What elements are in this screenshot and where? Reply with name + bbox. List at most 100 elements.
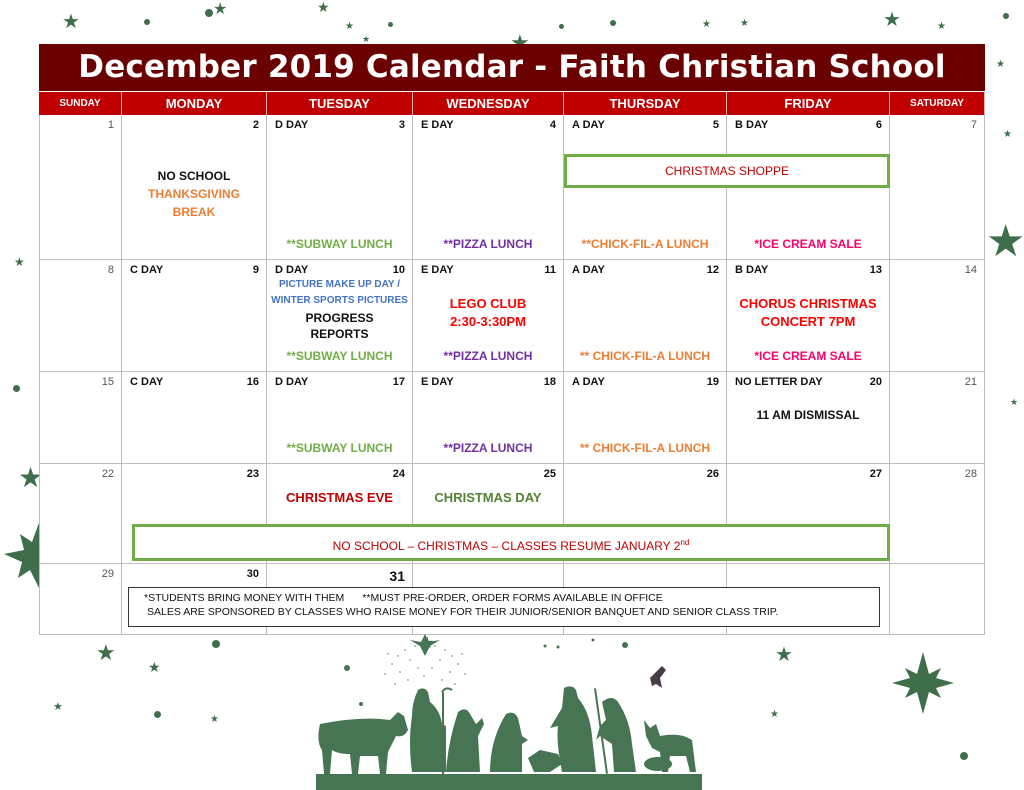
bethlehem-star-icon (410, 634, 440, 656)
star-icon: ★ (1010, 397, 1019, 407)
star-icon: ★ (345, 21, 354, 32)
star-icon: ★ (362, 34, 371, 44)
day-number: 1 (107, 119, 114, 131)
footnote-preorder: **MUST PRE-ORDER, ORDER FORMS AVAILABLE … (362, 592, 663, 604)
weekday-header-thursday: THURSDAY (564, 92, 727, 115)
event-text: CHORUS CHRISTMAS (739, 296, 877, 311)
day-cell[interactable]: 11 E DAY LEGO CLUB 2:30-3:30PM **PIZZA LUNCH (413, 260, 564, 372)
footnotes-box: *STUDENTS BRING MONEY WITH THEM **MUST PR… (128, 587, 880, 627)
lunch-event-text: **PIZZA LUNCH (443, 349, 533, 363)
manger-silhouette (528, 750, 562, 772)
footnote-students-money: *STUDENTS BRING MONEY WITH THEM (144, 592, 345, 604)
day-cell[interactable]: 9 C DAY (122, 260, 267, 372)
letter-day-label: E DAY (421, 264, 454, 276)
event-text: PICTURE MAKE UP DAY / (279, 279, 400, 290)
weekday-header-tuesday: TUESDAY (267, 92, 413, 115)
lunch-event-text: ** CHICK-FIL-A LUNCH (579, 441, 711, 455)
letter-day-label: D DAY (275, 376, 309, 388)
letter-day-label: C DAY (130, 264, 164, 276)
day-cell[interactable]: 7 (890, 115, 985, 260)
weekday-header-wednesday: WEDNESDAY (413, 92, 564, 115)
lunch-event-text: **SUBWAY LUNCH (286, 237, 393, 251)
day-cell[interactable]: 29 (39, 564, 122, 635)
day-cell[interactable]: 17 D DAY **SUBWAY LUNCH (267, 372, 413, 464)
day-number: 8 (107, 264, 114, 276)
day-number: 4 (549, 119, 556, 131)
day-cell[interactable]: 12 A DAY ** CHICK-FIL-A LUNCH (564, 260, 727, 372)
day-cell[interactable]: 18 E DAY **PIZZA LUNCH (413, 372, 564, 464)
dot-decoration (1003, 13, 1009, 19)
dot-decoration (13, 385, 20, 392)
event-text: CONCERT 7PM (760, 314, 856, 329)
star-icon: ★ (986, 217, 1024, 266)
lunch-event-text: **PIZZA LUNCH (443, 441, 533, 455)
weekday-header-saturday: SATURDAY (890, 92, 985, 115)
dot-decoration (388, 22, 393, 27)
event-text: 11 AM DISMISSAL (756, 408, 860, 422)
day-cell[interactable]: 22 (39, 464, 122, 564)
day-cell[interactable]: 20 NO LETTER DAY 11 AM DISMISSAL (727, 372, 890, 464)
day-cell[interactable]: 3 D DAY **SUBWAY LUNCH (267, 115, 413, 260)
event-text: LEGO CLUB (449, 296, 527, 311)
star-icon: ★ (883, 9, 901, 31)
day-number: 12 (706, 264, 719, 276)
lunch-event-text: **CHICK-FIL-A LUNCH (581, 237, 709, 251)
day-cell[interactable] (890, 564, 985, 635)
day-cell[interactable]: 28 (890, 464, 985, 564)
day-cell[interactable]: 14 (890, 260, 985, 372)
nativity-scene-illustration (316, 634, 702, 790)
christmas-break-banner: NO SCHOOL – CHRISTMAS – CLASSES RESUME J… (132, 524, 890, 561)
star-icon: ★ (62, 11, 80, 33)
event-text: THANKSGIVING (147, 187, 240, 201)
ordinal-suffix: nd (680, 538, 690, 547)
star-icon: ★ (740, 18, 749, 29)
star-icon: ★ (996, 59, 1005, 70)
day-cell[interactable]: 21 (890, 372, 985, 464)
letter-day-label: D DAY (275, 119, 309, 131)
star-icon: ★ (702, 19, 711, 30)
day-cell[interactable]: 15 (39, 372, 122, 464)
day-cell[interactable]: 10 D DAY PICTURE MAKE UP DAY / WINTER SPORT… (267, 260, 413, 372)
lunch-event-text: **PIZZA LUNCH (443, 237, 533, 251)
day-cell[interactable]: 1 (39, 115, 122, 260)
day-number: 11 (544, 264, 556, 276)
day-number: 18 (543, 376, 556, 388)
letter-day-label: E DAY (421, 376, 454, 388)
star-icon: ★ (53, 701, 63, 713)
letter-day-label: A DAY (572, 264, 605, 276)
dot-decoration (144, 19, 150, 25)
event-text: CHRISTMAS DAY (434, 490, 542, 505)
day-number: 31 (389, 568, 405, 584)
christmas-break-text: NO SCHOOL – CHRISTMAS – CLASSES RESUME J… (332, 539, 681, 553)
event-text: NO SCHOOL (157, 169, 231, 183)
day-number: 25 (543, 468, 556, 480)
day-cell[interactable]: 13 B DAY CHORUS CHRISTMAS CONCERT 7PM *ICE C… (727, 260, 890, 372)
day-number: 24 (392, 468, 405, 480)
day-number: 5 (712, 119, 719, 131)
letter-day-label: B DAY (735, 264, 769, 276)
day-cell[interactable]: 2 NO SCHOOL THANKSGIVING BREAK (122, 115, 267, 260)
day-cell[interactable]: 4 E DAY **PIZZA LUNCH (413, 115, 564, 260)
dot-decoration (960, 752, 968, 760)
dot-decoration (559, 24, 564, 29)
joseph-silhouette (410, 688, 446, 772)
day-number: 13 (869, 264, 882, 276)
dot-decoration (205, 9, 213, 17)
day-cell[interactable]: 19 A DAY ** CHICK-FIL-A LUNCH (564, 372, 727, 464)
star-icon: ★ (775, 644, 793, 666)
weekday-header-sunday: SUNDAY (39, 92, 122, 115)
day-cell[interactable]: 16 C DAY (122, 372, 267, 464)
day-number: 10 (392, 264, 405, 276)
wise-man-silhouette (446, 709, 484, 772)
letter-day-label: C DAY (130, 376, 164, 388)
letter-day-label: A DAY (572, 119, 605, 131)
day-number: 7 (970, 119, 977, 131)
mary-silhouette (490, 712, 528, 772)
dove-icon (650, 666, 666, 688)
letter-day-label: A DAY (572, 376, 605, 388)
day-number: 15 (101, 376, 114, 388)
day-number: 6 (875, 119, 882, 131)
day-cell[interactable]: 8 (39, 260, 122, 372)
cow-silhouette (318, 712, 408, 774)
star-icon: ★ (96, 640, 116, 665)
